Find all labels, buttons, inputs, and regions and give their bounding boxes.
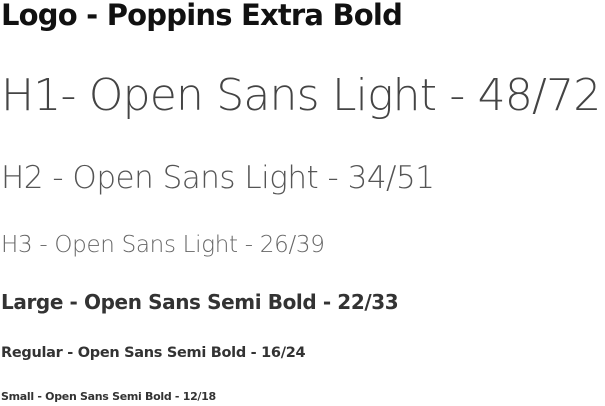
large-sample: Large - Open Sans Semi Bold - 22/33 xyxy=(1,290,399,314)
regular-sample: Regular - Open Sans Semi Bold - 16/24 xyxy=(1,345,306,361)
typography-specimen: Logo - Poppins Extra Bold H1- Open Sans … xyxy=(0,0,605,406)
small-sample: Small - Open Sans Semi Bold - 12/18 xyxy=(1,390,216,403)
h1-sample: H1- Open Sans Light - 48/72 xyxy=(1,70,601,121)
h2-sample: H2 - Open Sans Light - 34/51 xyxy=(1,160,435,196)
h3-sample: H3 - Open Sans Light - 26/39 xyxy=(1,232,325,258)
logo-sample: Logo - Poppins Extra Bold xyxy=(1,0,403,32)
